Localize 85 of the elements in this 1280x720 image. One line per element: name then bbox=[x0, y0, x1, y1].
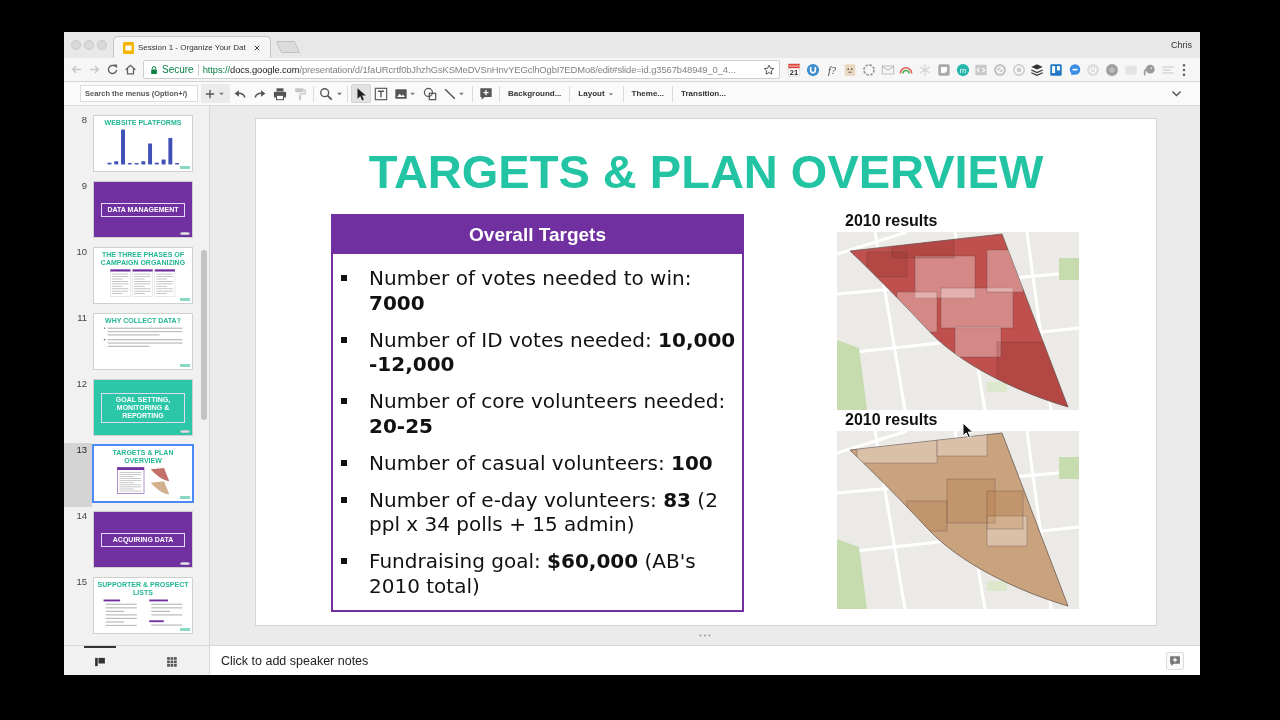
logo-icon bbox=[180, 166, 190, 169]
slide-number: 11 bbox=[76, 311, 88, 325]
transition-button[interactable]: Transition... bbox=[676, 84, 731, 103]
target-text: Number of casual volunteers: 100 bbox=[369, 450, 714, 475]
address-bar[interactable]: Secure https://docs.google.com/presentation/d/1faURcrtf0bJhzhGsKSMeDVSnHnvYEGclhOgbI7EDMo8/edit#slide=id.g3567b48949_0_4... bbox=[143, 60, 780, 79]
chart-bar bbox=[154, 162, 159, 165]
zoom-icon[interactable] bbox=[319, 86, 333, 101]
bookmark-star-icon[interactable] bbox=[763, 63, 775, 76]
chart-bar bbox=[141, 161, 145, 165]
scrollbar[interactable] bbox=[201, 250, 207, 420]
board-icon[interactable] bbox=[1048, 62, 1063, 77]
slide-number: 8 bbox=[80, 113, 88, 127]
add-comment-icon[interactable] bbox=[479, 86, 493, 101]
secure-label: Secure bbox=[162, 64, 194, 75]
u-circle-icon[interactable] bbox=[806, 62, 821, 77]
theme-button[interactable]: Theme... bbox=[626, 84, 670, 103]
circle-icon[interactable] bbox=[1105, 62, 1120, 77]
chart-bar bbox=[161, 159, 166, 165]
bullet-icon bbox=[341, 558, 347, 564]
target-text: Number of e-day volunteers: 83 (2 ppl x 34 polls + 15 admin) bbox=[369, 487, 719, 537]
map-label: 2010 results bbox=[845, 212, 938, 230]
elephant-icon[interactable] bbox=[1142, 62, 1157, 77]
browser-tab[interactable]: Session 1 - Organize Your Dat bbox=[113, 36, 271, 58]
target-text: Fundraising goal: $60,000 (AB's 2010 total) bbox=[369, 549, 697, 598]
slide-title: TARGETS & PLAN OVERVIEW bbox=[368, 144, 1044, 200]
chart-bar bbox=[107, 162, 112, 165]
shapes-icon bbox=[423, 86, 437, 101]
text-box-icon bbox=[374, 86, 388, 101]
targets-heading: Overall Targets bbox=[333, 216, 742, 254]
close-icon[interactable] bbox=[253, 43, 261, 52]
logo-icon bbox=[180, 562, 190, 565]
lock-icon bbox=[149, 64, 159, 75]
notes-text-input[interactable]: Click to add speaker notes bbox=[221, 650, 1160, 671]
chart-bar bbox=[120, 129, 125, 165]
list-view-icon bbox=[94, 655, 106, 668]
logo-icon bbox=[180, 232, 190, 235]
mouse-cursor-icon bbox=[962, 422, 974, 439]
face-icon[interactable] bbox=[843, 62, 858, 77]
home-icon[interactable] bbox=[123, 63, 137, 76]
grid-icon bbox=[166, 655, 178, 668]
bullet-icon bbox=[341, 459, 347, 466]
layers-icon[interactable] bbox=[1030, 62, 1045, 77]
slide-number: 14 bbox=[75, 509, 88, 523]
target-text: Number of votes needed to win: 7000 bbox=[369, 266, 693, 315]
line-icon bbox=[443, 86, 457, 101]
slide-number: 15 bbox=[75, 575, 88, 589]
note-icon[interactable] bbox=[936, 62, 951, 77]
add-button[interactable] bbox=[201, 84, 230, 103]
chat-bubble-icon[interactable] bbox=[1067, 62, 1082, 77]
comment-button[interactable] bbox=[1166, 651, 1184, 670]
chart-bar bbox=[147, 143, 152, 165]
reload-icon[interactable] bbox=[105, 63, 119, 76]
logo-icon bbox=[180, 628, 190, 631]
target-text: Number of core volunteers needed: 20-25 bbox=[369, 389, 727, 438]
bullet-icon bbox=[341, 496, 347, 503]
plus-icon bbox=[204, 87, 216, 100]
bullet-icon bbox=[341, 398, 347, 404]
slide-number: 12 bbox=[75, 377, 88, 391]
logo-icon bbox=[180, 298, 190, 301]
drag-handle-icon[interactable] bbox=[699, 634, 711, 637]
formula-icon[interactable]: f? bbox=[824, 62, 839, 77]
printer-icon[interactable] bbox=[273, 86, 287, 101]
url-text: https://docs.google.com/presentation/d/1faURcrtf0bJhzhGsKSMeDVSnHnvYEGclhOgbI7EDMo8/edit#slide=id.g3567b48949_0_4... bbox=[202, 64, 736, 75]
logo-icon bbox=[180, 496, 190, 499]
select-tool-button[interactable] bbox=[351, 84, 371, 103]
add-comment-icon bbox=[1169, 654, 1181, 667]
bullet-icon bbox=[341, 275, 347, 281]
slide-number: 13 bbox=[64, 443, 92, 507]
image-icon bbox=[394, 86, 408, 101]
slide-content-drawing bbox=[116, 467, 170, 495]
slide-number: 10 bbox=[75, 245, 88, 259]
logo-icon bbox=[180, 430, 190, 433]
target-text: Number of ID votes needed: 10,000 -12,000 bbox=[369, 327, 737, 377]
ring-icon[interactable] bbox=[862, 62, 877, 77]
layout-button[interactable]: Layout bbox=[573, 84, 620, 103]
chart-bar bbox=[114, 161, 118, 165]
background-button[interactable]: Background... bbox=[503, 84, 567, 103]
slide-number: 9 bbox=[80, 179, 88, 193]
profile-name[interactable]: Chris bbox=[1171, 40, 1192, 50]
map-label: 2010 results bbox=[845, 411, 938, 429]
presentation-icon bbox=[123, 41, 134, 54]
bullet-icon bbox=[341, 336, 347, 343]
tab-title: Session 1 - Organize Your Dat bbox=[138, 43, 247, 52]
slide-content-drawing bbox=[110, 269, 176, 297]
logo-icon bbox=[180, 364, 190, 367]
